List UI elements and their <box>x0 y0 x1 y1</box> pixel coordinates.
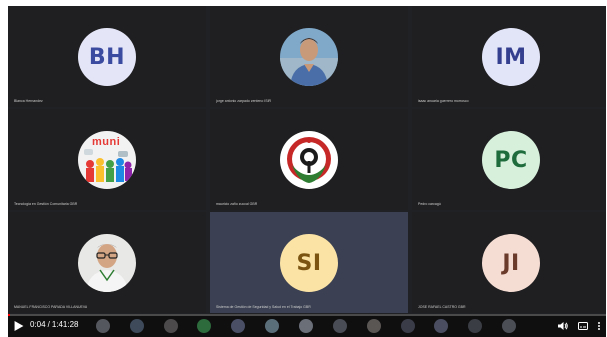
participant-name: Blanca Hernandez <box>14 99 43 103</box>
participant-name: MANUEL FRANCISCO PARADA VILLANUEVA <box>14 305 88 309</box>
play-icon <box>14 321 24 331</box>
subtitles-icon <box>578 322 588 330</box>
player-controls: 0:04/1:41:28 <box>8 314 606 337</box>
community-people-icon: muni <box>78 131 136 189</box>
participant-tile: BH Blanca Hernandez <box>8 6 206 107</box>
participant-avatar: IM <box>482 28 540 86</box>
more-options-button[interactable] <box>594 319 604 333</box>
volume-icon <box>558 322 568 330</box>
participant-thumbnail-strip <box>86 318 526 334</box>
participant-tile-active: SI Sistema de Gestión de Seguridad y Sal… <box>210 212 408 313</box>
participant-tile: mauricio zaño zuccal GBR <box>210 109 408 210</box>
strip-thumbnail <box>502 319 516 333</box>
participant-avatar: SI <box>280 234 338 292</box>
participant-name: isaac anuaria guerrero morrosco <box>418 99 469 103</box>
strip-thumbnail <box>299 319 313 333</box>
participant-tile: muni Tecnología en Gestión Comunitaria G… <box>8 109 206 210</box>
participant-name: jorge antonio zarpado zenteno ISIR <box>216 99 272 103</box>
strip-thumbnail <box>96 319 110 333</box>
strip-thumbnail <box>197 319 211 333</box>
participant-tile: PC Pedro carcagú <box>412 109 606 210</box>
participant-avatar: BH <box>78 28 136 86</box>
participant-tile: JI JOSE RAFAEL CASTRO GBR <box>412 212 606 313</box>
strip-thumbnail <box>434 319 448 333</box>
strip-thumbnail <box>164 319 178 333</box>
video-player[interactable]: BH Blanca Hernandez jorge antonio zarpad… <box>8 6 606 337</box>
participant-grid: BH Blanca Hernandez jorge antonio zarpad… <box>8 6 606 314</box>
more-vert-icon <box>598 322 600 330</box>
duration: 1:41:28 <box>51 320 79 329</box>
community-logo-text: muni <box>92 136 120 148</box>
time-display: 0:04/1:41:28 <box>30 320 79 329</box>
participant-tile: IM isaac anuaria guerrero morrosco <box>412 6 606 107</box>
subtitles-button[interactable] <box>576 319 590 333</box>
strip-thumbnail <box>367 319 381 333</box>
participant-avatar: JI <box>482 234 540 292</box>
play-button[interactable] <box>12 319 26 333</box>
progress-bar-fill <box>8 314 10 316</box>
man-glasses-photo-icon <box>78 234 136 292</box>
strip-thumbnail <box>265 319 279 333</box>
volume-button[interactable] <box>556 319 570 333</box>
strip-thumbnail <box>130 319 144 333</box>
progress-bar[interactable] <box>8 314 606 316</box>
strip-thumbnail <box>468 319 482 333</box>
person-photo-icon <box>280 28 338 86</box>
strip-thumbnail <box>231 319 245 333</box>
current-time: 0:04 <box>30 320 46 329</box>
participant-avatar: PC <box>482 131 540 189</box>
participant-tile: MANUEL FRANCISCO PARADA VILLANUEVA <box>8 212 206 313</box>
participant-name: Pedro carcagú <box>418 202 441 206</box>
strip-thumbnail <box>401 319 415 333</box>
participant-name: JOSE RAFAEL CASTRO GBR <box>418 305 466 309</box>
participant-name: mauricio zaño zuccal GBR <box>216 202 258 206</box>
strip-thumbnail <box>333 319 347 333</box>
participant-name: Tecnología en Gestión Comunitaria GBR <box>14 202 78 206</box>
institution-seal-icon <box>280 131 338 189</box>
time-separator: / <box>47 320 50 329</box>
participant-tile: jorge antonio zarpado zenteno ISIR <box>210 6 408 107</box>
participant-name: Sistema de Gestión de Seguridad y Salud … <box>216 305 311 309</box>
